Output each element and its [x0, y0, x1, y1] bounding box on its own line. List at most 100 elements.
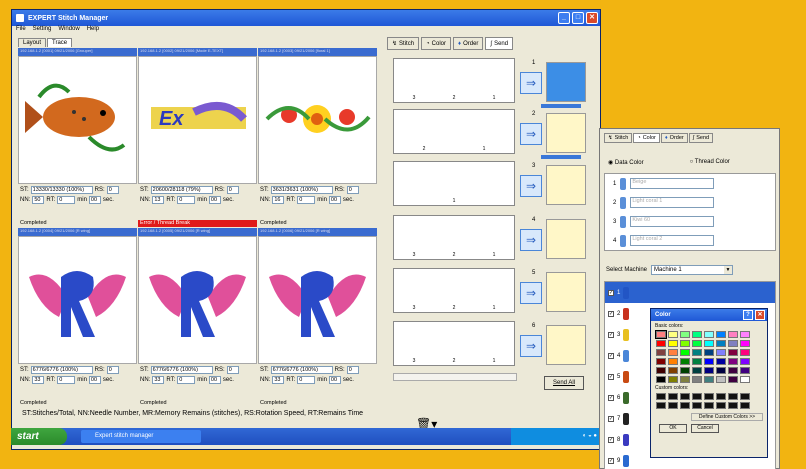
send-all-button[interactable]: Send All	[544, 376, 584, 390]
custom-color-swatch[interactable]	[656, 402, 666, 409]
color-swatch[interactable]	[704, 358, 714, 365]
color-swatch[interactable]	[740, 358, 750, 365]
color-swatch[interactable]	[692, 358, 702, 365]
color-swatch[interactable]	[728, 349, 738, 356]
color-swatch[interactable]	[692, 340, 702, 347]
tab-stitch[interactable]: ↯ Stitch	[387, 37, 420, 50]
tab-order[interactable]: ♦ Order	[660, 133, 688, 143]
custom-color-swatch[interactable]	[668, 402, 678, 409]
color-swatch[interactable]	[680, 340, 690, 347]
start-button[interactable]: start	[11, 428, 67, 445]
horizontal-scrollbar[interactable]	[393, 373, 517, 381]
needle-checkbox[interactable]: ✓	[608, 331, 614, 338]
tab-send[interactable]: ∫ Send	[485, 37, 514, 50]
machine-cell[interactable]: 192.168.1.2 [0003] 09/21/2006 [floral 1]…	[258, 48, 377, 227]
color-swatch[interactable]	[728, 358, 738, 365]
color-swatch[interactable]	[704, 331, 714, 338]
custom-color-swatch[interactable]	[680, 393, 690, 400]
needle-design-row[interactable]: 3 2 1	[393, 268, 515, 313]
color-swatch[interactable]	[740, 376, 750, 383]
define-custom-colors-button[interactable]: Define Custom Colors >>	[691, 413, 763, 421]
custom-color-swatch[interactable]	[668, 393, 678, 400]
color-swatch[interactable]	[740, 367, 750, 374]
custom-color-swatch[interactable]	[728, 402, 738, 409]
color-swatch[interactable]	[668, 331, 678, 338]
color-swatch[interactable]	[740, 340, 750, 347]
color-swatch[interactable]	[704, 349, 714, 356]
send-arrow-icon[interactable]: ⇒	[520, 229, 542, 251]
send-arrow-icon[interactable]: ⇒	[520, 72, 542, 94]
color-swatch[interactable]	[692, 349, 702, 356]
minimize-button[interactable]: _	[558, 12, 570, 24]
color-swatch[interactable]	[728, 367, 738, 374]
data-color-radio[interactable]: ◉ Data Color	[608, 159, 644, 166]
color-swatch[interactable]	[740, 349, 750, 356]
send-arrow-icon[interactable]: ⇒	[520, 282, 542, 304]
machine-cell[interactable]: 192.168.1.2 [0002] 09/21/2006 [Mode E-TE…	[138, 48, 257, 227]
color-swatch[interactable]	[728, 376, 738, 383]
send-arrow-icon[interactable]: ⇒	[520, 335, 542, 357]
tab-layout[interactable]: Layout	[18, 38, 47, 47]
needle-color-row[interactable]: ✓ 1	[605, 282, 775, 303]
embroidery-machine-icon[interactable]	[546, 219, 586, 259]
color-swatch[interactable]	[716, 349, 726, 356]
color-swatch[interactable]	[716, 358, 726, 365]
embroidery-machine-icon[interactable]	[546, 62, 586, 102]
send-arrow-icon[interactable]: ⇒	[520, 175, 542, 197]
custom-color-swatch[interactable]	[740, 402, 750, 409]
thread-name-field[interactable]: Beige	[630, 178, 715, 189]
needle-checkbox[interactable]: ✓	[608, 415, 614, 422]
color-swatch[interactable]	[716, 340, 726, 347]
menu-file[interactable]: File	[16, 26, 26, 36]
needle-checkbox[interactable]: ✓	[608, 394, 614, 401]
machine-cell[interactable]: 192.168.1.2 [0004] 09/21/2006 [R wing] ST…	[18, 228, 137, 407]
thread-color-radio[interactable]: ○ Thread Color	[690, 159, 730, 166]
tab-order[interactable]: ♦ Order	[453, 37, 484, 50]
send-arrow-icon[interactable]: ⇒	[520, 123, 542, 145]
color-swatch[interactable]	[656, 358, 666, 365]
taskbar-item[interactable]: Expert stitch manager	[81, 430, 201, 443]
needle-checkbox[interactable]: ✓	[608, 436, 614, 443]
color-swatch[interactable]	[728, 340, 738, 347]
color-swatch[interactable]	[704, 376, 714, 383]
dialog-close-button[interactable]: ✕	[755, 310, 765, 320]
needle-design-row[interactable]: 3 2 1	[393, 215, 515, 260]
machine-select[interactable]: Machine 1 ▼	[651, 265, 734, 275]
machine-cell[interactable]: 192.168.1.2 [0006] 09/21/2006 [R wing] ST…	[258, 228, 377, 407]
color-swatch[interactable]	[668, 358, 678, 365]
color-swatch[interactable]	[668, 376, 678, 383]
needle-checkbox[interactable]: ✓	[608, 352, 614, 359]
embroidery-machine-icon[interactable]	[546, 272, 586, 312]
thread-name-field[interactable]: Kiwi 60	[630, 216, 715, 227]
cancel-button[interactable]: Cancel	[691, 424, 719, 433]
embroidery-machine-icon[interactable]	[546, 113, 586, 153]
color-swatch[interactable]	[716, 331, 726, 338]
needle-checkbox[interactable]: ✓	[608, 289, 614, 296]
menu-setting[interactable]: Setting	[33, 26, 52, 36]
color-swatch[interactable]	[680, 358, 690, 365]
needle-design-row[interactable]: 3 2 1	[393, 321, 515, 366]
color-swatch[interactable]	[692, 367, 702, 374]
tab-trace[interactable]: Trace	[47, 38, 73, 47]
custom-color-swatch[interactable]	[692, 393, 702, 400]
close-button[interactable]: ✕	[586, 12, 598, 24]
custom-color-swatch[interactable]	[728, 393, 738, 400]
custom-color-swatch[interactable]	[656, 393, 666, 400]
custom-color-swatch[interactable]	[704, 393, 714, 400]
thread-name-field[interactable]: Light coral 1	[630, 197, 715, 208]
machine-cell[interactable]: 192.168.1.2 [0001] 09/21/2006 [Grouper] S…	[18, 48, 137, 227]
needle-checkbox[interactable]: ✓	[608, 373, 614, 380]
color-swatch[interactable]	[680, 367, 690, 374]
tab-stitch[interactable]: ↯ Stitch	[604, 133, 633, 143]
needle-checkbox[interactable]: ✓	[608, 310, 614, 317]
color-swatch[interactable]	[680, 331, 690, 338]
maximize-button[interactable]: □	[572, 12, 584, 24]
color-swatch[interactable]	[728, 331, 738, 338]
needle-design-row[interactable]: 1	[393, 161, 515, 206]
thread-row[interactable]: 4 Light coral 2	[605, 231, 775, 250]
color-swatch[interactable]	[716, 367, 726, 374]
needle-design-row[interactable]: 3 2 1	[393, 58, 515, 103]
needle-design-row[interactable]: 21	[393, 109, 515, 154]
thread-row[interactable]: 2 Light coral 1	[605, 193, 775, 212]
menu-help[interactable]: Help	[87, 26, 99, 36]
